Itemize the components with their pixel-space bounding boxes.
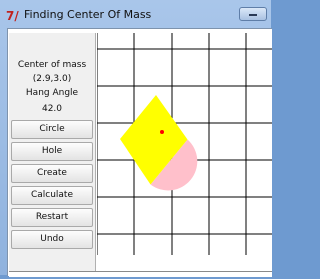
center-of-mass-value: (2.9,3.0) [32, 74, 72, 84]
title-bar[interactable]: 7/ Finding Center Of Mass [0, 0, 271, 28]
app-window: 7/ Finding Center Of Mass Center of mass… [0, 0, 272, 277]
drawing-canvas[interactable] [96, 33, 272, 275]
center-of-mass-label: Center of mass [17, 60, 87, 70]
calculate-button[interactable]: Calculate [11, 186, 93, 205]
minimize-button[interactable] [239, 7, 267, 21]
undo-button[interactable]: Undo [11, 230, 93, 249]
center-of-mass-marker [160, 130, 164, 134]
hole-button[interactable]: Hole [11, 142, 93, 161]
status-bar [9, 271, 272, 277]
canvas-svg [96, 33, 272, 255]
restart-button[interactable]: Restart [11, 208, 93, 227]
client-area: Center of mass (2.9,3.0) Hang Angle 42.0… [7, 28, 272, 277]
circle-button[interactable]: Circle [11, 120, 93, 139]
hang-angle-label: Hang Angle [25, 88, 79, 98]
control-panel: Center of mass (2.9,3.0) Hang Angle 42.0… [9, 33, 96, 272]
window-title: Finding Center Of Mass [24, 8, 152, 21]
app-icon: 7/ [6, 9, 19, 23]
create-button[interactable]: Create [11, 164, 93, 183]
minimize-icon [249, 14, 257, 16]
hang-angle-value: 42.0 [41, 104, 63, 114]
